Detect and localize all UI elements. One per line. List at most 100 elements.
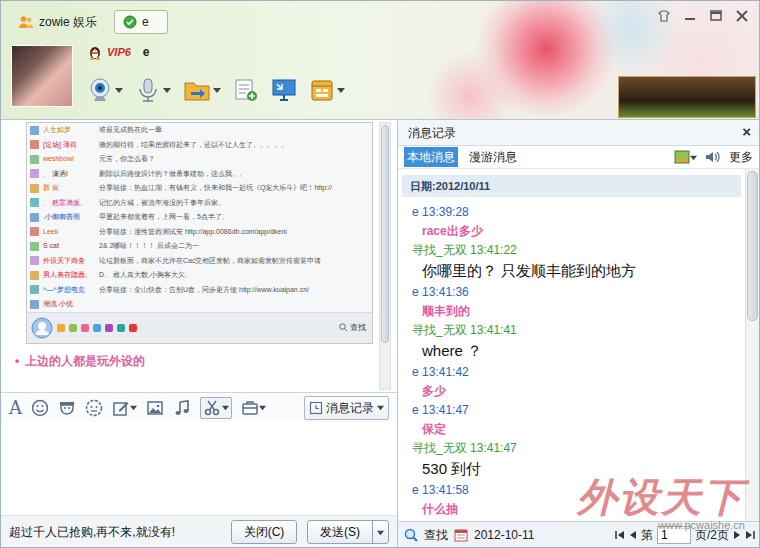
message-input[interactable]: [1, 422, 397, 515]
penguin-icon: [87, 44, 103, 60]
online-status-icon: [123, 15, 137, 29]
member-message: 删除以后路便设计的？做番事建动，这么我。。: [99, 167, 246, 181]
screenshot-row: 人生如梦谁最见成熟在此一章: [27, 123, 372, 138]
microphone-icon: [135, 77, 161, 103]
member-name: .小御御善雨: [43, 210, 99, 224]
smiley-icon[interactable]: [31, 399, 49, 417]
send-button[interactable]: 发送(S): [307, 520, 373, 544]
history-entry: e 13:41:47保定: [402, 401, 741, 439]
entry-header: e 13:41:58: [402, 481, 741, 499]
vip-badge[interactable]: VIP6: [107, 44, 131, 61]
chat-tool[interactable]: [233, 77, 259, 103]
close-icon[interactable]: [735, 9, 749, 23]
history-date-picker[interactable]: 2012-10-11: [474, 526, 535, 544]
music-icon[interactable]: [173, 399, 191, 417]
member-avatar: [30, 242, 39, 251]
scroll-thumb[interactable]: [381, 125, 389, 343]
window-tab[interactable]: zowie 娱乐: [9, 10, 106, 34]
history-button[interactable]: 消息记录: [304, 396, 389, 420]
entry-time: 13:41:41: [470, 323, 517, 337]
file-tool[interactable]: [183, 77, 221, 103]
watermark-brand: 外设天下: [577, 477, 745, 517]
screenshot-row: 潮流.小优: [27, 297, 372, 312]
send-options-button[interactable]: [372, 520, 389, 544]
member-name: 、 潇洒!: [43, 167, 99, 181]
history-tab[interactable]: 本地消息: [404, 147, 458, 167]
game-ad-banner[interactable]: [618, 76, 756, 118]
screenshot-row: 外设天下商务论坛新板面，商家不允许在Cac交相区发帖，商家如需发帖宣传需要申请: [27, 254, 372, 269]
screenshot-row: ^—^梦想电竞分享链接：金山快盘：告别U盘，同步更方便 http://www.k…: [27, 283, 372, 298]
history-tab[interactable]: 漫游消息: [466, 147, 520, 167]
sticker-icon[interactable]: [85, 399, 103, 417]
first-page-icon[interactable]: [615, 530, 625, 540]
history-entry: 寻找_无双 13:41:47530 到付: [402, 439, 741, 481]
member-message: 2& 2哪咏！！！！ 后成会二为一: [99, 239, 199, 253]
magic-face-icon[interactable]: [58, 399, 76, 417]
chat-scrollbar[interactable]: [379, 122, 391, 390]
member-message: 论坛新板面，商家不允许在Cac交相区发帖，商家如需发帖宣传需要申请: [99, 254, 321, 268]
screenshot-search-label: 查找: [350, 322, 366, 334]
next-page-icon[interactable]: [733, 530, 741, 540]
input-toolbar: A 消息记: [1, 392, 397, 422]
screenshot-row: 新 宸分享链接：热血江湖，有钱有义，快来和我一起玩《Q宠大乐斗》吧！http:/…: [27, 181, 372, 196]
shared-screenshot[interactable]: 人生如梦谁最见成熟在此一章[逗场] 薄荷微的期待得，结果把握得起来了，还以不让人…: [26, 122, 373, 344]
history-scrollbar[interactable]: [745, 169, 759, 521]
entry-message: 530 到付: [402, 457, 741, 481]
more-tools[interactable]: [241, 399, 266, 417]
entry-sender: e: [412, 365, 419, 379]
apps-tool[interactable]: [309, 77, 345, 103]
footer-ad-text[interactable]: 超过千人已抢购,再不来,就没有!: [9, 523, 175, 541]
entry-header: e 13:39:28: [402, 203, 741, 221]
screenshot-row: Leek分享链接：漫性篮西测试安 http://app.0086dh.com/a…: [27, 225, 372, 240]
briefcase-icon: [241, 399, 259, 417]
chat-footer: 超过千人已抢购,再不来,就没有! 关闭(C) 发送(S): [1, 515, 397, 547]
member-name: 新 宸: [43, 181, 99, 195]
member-message: 元芳，你怎么看？: [99, 152, 155, 166]
message-text: 上边的人都是玩外设的: [25, 352, 145, 370]
display-tool[interactable]: [674, 150, 697, 164]
member-message: 记忆的方城，被流年淹没的千事年后家。: [99, 196, 225, 210]
member-message: 分享链接：金山快盘：告别U盘，同步更方便 http://www.kuaipan.…: [99, 283, 309, 297]
entry-time: 13:41:58: [422, 483, 469, 497]
message-area: 人生如梦谁最见成熟在此一章[逗场] 薄荷微的期待得，结果把握得起来了，还以不让人…: [1, 120, 379, 392]
remote-tool[interactable]: [271, 77, 297, 103]
history-close-button[interactable]: ×: [742, 121, 751, 144]
entry-message: race出多少: [402, 221, 741, 241]
chat-pane: 人生如梦谁最见成熟在此一章[逗场] 薄荷微的期待得，结果把握得起来了，还以不让人…: [1, 120, 398, 547]
prev-page-icon[interactable]: [629, 530, 637, 540]
image-icon[interactable]: [146, 399, 164, 417]
close-button[interactable]: 关闭(C): [231, 520, 297, 544]
window-controls: [657, 7, 753, 23]
video-tool[interactable]: [87, 77, 123, 103]
entry-sender: e: [412, 483, 419, 497]
contact-avatar[interactable]: [11, 45, 73, 107]
member-avatar: [30, 169, 39, 178]
member-name: 人生如梦: [43, 123, 99, 137]
font-button[interactable]: A: [9, 399, 22, 417]
more-button[interactable]: 更多: [729, 148, 753, 166]
dropdown-icon: [337, 86, 345, 94]
history-list: 日期:2012/10/11 e 13:39:28race出多少寻找_无双 13:…: [398, 169, 745, 521]
scroll-thumb[interactable]: [747, 171, 758, 321]
history-search-button[interactable]: 查找: [424, 526, 448, 544]
dropdown-icon: [377, 404, 384, 411]
member-name: 潮流.小优: [43, 297, 99, 311]
voice-tool[interactable]: [135, 77, 171, 103]
member-message: 微的期待得，结果把握得起来了，还以不让人生了。。。。。: [99, 138, 288, 152]
member-message: D、 敢人真大数,小胸客大欠.: [99, 268, 187, 282]
minimize-icon[interactable]: [683, 9, 697, 23]
speaker-icon[interactable]: [705, 150, 721, 164]
last-page-icon[interactable]: [745, 530, 755, 540]
member-message: 早重起来都觉着有，上网一看，5点半了。: [99, 210, 229, 224]
member-message: 谁最见成熟在此一章: [99, 123, 162, 137]
page-suffix: 页/2页: [695, 526, 729, 544]
dropdown-icon: [213, 86, 221, 94]
entry-message: where ？: [402, 339, 741, 363]
page-input[interactable]: [657, 526, 691, 544]
maximize-icon[interactable]: [709, 9, 723, 23]
doodle-tool[interactable]: [112, 399, 137, 417]
window-tab[interactable]: e: [114, 10, 168, 34]
screenshot-tool[interactable]: [200, 397, 232, 419]
history-entry: e 13:41:58什么抽: [402, 481, 741, 519]
skin-icon[interactable]: [657, 9, 671, 23]
